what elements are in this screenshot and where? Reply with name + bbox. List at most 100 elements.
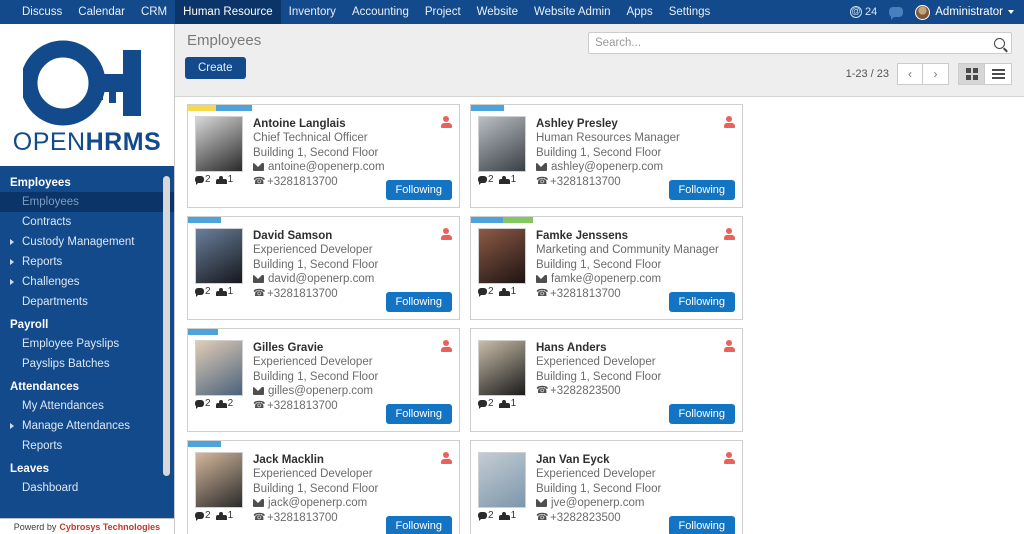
following-button[interactable]: Following: [668, 404, 735, 424]
people-icon: [498, 287, 510, 296]
following-button[interactable]: Following: [668, 180, 735, 200]
mail-icon: [253, 499, 264, 508]
messages-icon[interactable]: [889, 7, 904, 20]
nav-item-crm[interactable]: CRM: [133, 0, 175, 24]
sidebar-section-leaves: Leaves: [10, 463, 50, 475]
employee-email[interactable]: antoine@openerp.com: [253, 160, 452, 175]
follower-count[interactable]: 1: [215, 174, 233, 185]
nav-item-calendar[interactable]: Calendar: [70, 0, 133, 24]
employee-card[interactable]: 2 1 Famke Jenssens Marketing and Community …: [470, 216, 743, 320]
message-count[interactable]: 2: [478, 510, 494, 521]
message-count[interactable]: 2: [195, 286, 211, 297]
follower-count-value: 1: [510, 398, 517, 409]
sidebar-item-my-attendances[interactable]: My Attendances: [0, 396, 174, 416]
previous-page-button[interactable]: ‹: [897, 63, 923, 85]
sidebar-scrollbar-thumb[interactable]: [163, 176, 170, 476]
nav-item-settings[interactable]: Settings: [661, 0, 719, 24]
employee-photo: [195, 452, 243, 508]
follower-count[interactable]: 2: [215, 398, 233, 409]
people-icon: [498, 175, 510, 184]
sidebar-item-custody-management[interactable]: Custody Management: [0, 232, 174, 252]
employee-card[interactable]: 2 2 Gilles Gravie Experienced Developer Buil…: [187, 328, 460, 432]
sidebar-section-payroll: Payroll: [10, 319, 49, 331]
employee-status-icon[interactable]: [441, 116, 452, 128]
mentions-indicator[interactable]: @ 24: [850, 6, 877, 18]
employee-phone-value: +3281813700: [267, 399, 338, 412]
kanban-view-button[interactable]: [958, 63, 985, 85]
message-count[interactable]: 2: [195, 174, 211, 185]
message-count[interactable]: 2: [478, 286, 494, 297]
sidebar-item-payslips-batches[interactable]: Payslips Batches: [0, 354, 174, 374]
person-icon-body: [441, 123, 452, 128]
message-count[interactable]: 2: [195, 398, 211, 409]
employee-email[interactable]: jack@openerp.com: [253, 496, 452, 511]
employee-status-icon[interactable]: [724, 116, 735, 128]
message-count-value: 2: [488, 286, 494, 297]
follower-count[interactable]: 1: [498, 510, 516, 521]
employee-card[interactable]: 2 1 Jan Van Eyck Experienced Developer Build…: [470, 440, 743, 534]
sidebar: OPENHRMS Employees Employees Contracts Cust…: [0, 24, 175, 534]
sidebar-item-dashboard[interactable]: Dashboard: [0, 478, 174, 498]
follower-count[interactable]: 1: [498, 398, 517, 409]
search-icon[interactable]: [994, 37, 1005, 49]
list-view-button[interactable]: [985, 63, 1012, 85]
message-count[interactable]: 2: [478, 174, 494, 185]
employee-email[interactable]: ashley@openerp.com: [536, 160, 735, 175]
sidebar-item-employees[interactable]: Employees: [0, 192, 174, 212]
employee-card[interactable]: 2 1 Ashley Presley Human Resources Manager B…: [470, 104, 743, 208]
employee-status-icon[interactable]: [441, 340, 452, 352]
nav-item-project[interactable]: Project: [417, 0, 469, 24]
employee-phone[interactable]: ☎ +3282823500: [536, 384, 735, 399]
employee-job-title: Marketing and Community Manager: [536, 244, 719, 256]
nav-item-apps[interactable]: Apps: [618, 0, 660, 24]
employee-status-icon[interactable]: [441, 228, 452, 240]
sidebar-item-manage-attendances[interactable]: Manage Attendances: [0, 416, 174, 436]
sidebar-scrollbar-track[interactable]: [163, 170, 172, 514]
card-info-column: David Samson Experienced Developer Buildin…: [253, 228, 452, 301]
following-button[interactable]: Following: [385, 180, 452, 200]
employee-phone-value: +3282823500: [550, 511, 621, 524]
employee-card[interactable]: 2 1 Hans Anders Experienced Developer Buildi…: [470, 328, 743, 432]
nav-item-accounting[interactable]: Accounting: [344, 0, 417, 24]
nav-item-website-admin[interactable]: Website Admin: [526, 0, 619, 24]
employee-status-icon[interactable]: [441, 452, 452, 464]
search-bar[interactable]: [588, 32, 1012, 54]
employee-email[interactable]: famke@openerp.com: [536, 272, 735, 287]
following-button[interactable]: Following: [385, 292, 452, 312]
search-input[interactable]: [595, 37, 994, 49]
employee-card[interactable]: 2 1 Antoine Langlais Chief Technical Office…: [187, 104, 460, 208]
following-button[interactable]: Following: [385, 516, 452, 534]
employee-name: Antoine Langlais: [253, 118, 346, 130]
sidebar-item-challenges[interactable]: Challenges: [0, 272, 174, 292]
follower-count[interactable]: 1: [498, 174, 516, 185]
nav-item-human-resource[interactable]: Human Resource: [175, 0, 281, 24]
employee-card[interactable]: 2 1 David Samson Experienced Developer Build…: [187, 216, 460, 320]
message-count[interactable]: 2: [195, 510, 211, 521]
sidebar-item-departments[interactable]: Departments: [0, 292, 174, 312]
employee-status-icon[interactable]: [724, 228, 735, 240]
following-button[interactable]: Following: [668, 292, 735, 312]
employee-status-icon[interactable]: [724, 340, 735, 352]
create-button[interactable]: Create: [185, 57, 246, 79]
follower-count[interactable]: 1: [215, 510, 233, 521]
following-button[interactable]: Following: [668, 516, 735, 534]
nav-item-inventory[interactable]: Inventory: [281, 0, 344, 24]
sidebar-item-employee-payslips[interactable]: Employee Payslips: [0, 334, 174, 354]
following-button[interactable]: Following: [385, 404, 452, 424]
message-count[interactable]: 2: [478, 398, 494, 409]
next-page-button[interactable]: ›: [923, 63, 949, 85]
nav-item-website[interactable]: Website: [469, 0, 526, 24]
follower-count[interactable]: 1: [215, 286, 233, 297]
person-icon-body: [724, 347, 735, 352]
sidebar-item-reports[interactable]: Reports: [0, 252, 174, 272]
employee-email[interactable]: jve@openerp.com: [536, 496, 735, 511]
sidebar-item-contracts[interactable]: Contracts: [0, 212, 174, 232]
employee-email[interactable]: david@openerp.com: [253, 272, 452, 287]
employee-status-icon[interactable]: [724, 452, 735, 464]
sidebar-item-reports[interactable]: Reports: [0, 436, 174, 456]
employee-card[interactable]: 2 1 Jack Macklin Experienced Developer Build…: [187, 440, 460, 534]
employee-email[interactable]: gilles@openerp.com: [253, 384, 452, 399]
user-menu[interactable]: Administrator: [915, 4, 1014, 20]
nav-item-discuss[interactable]: Discuss: [14, 0, 70, 24]
follower-count[interactable]: 1: [498, 286, 516, 297]
